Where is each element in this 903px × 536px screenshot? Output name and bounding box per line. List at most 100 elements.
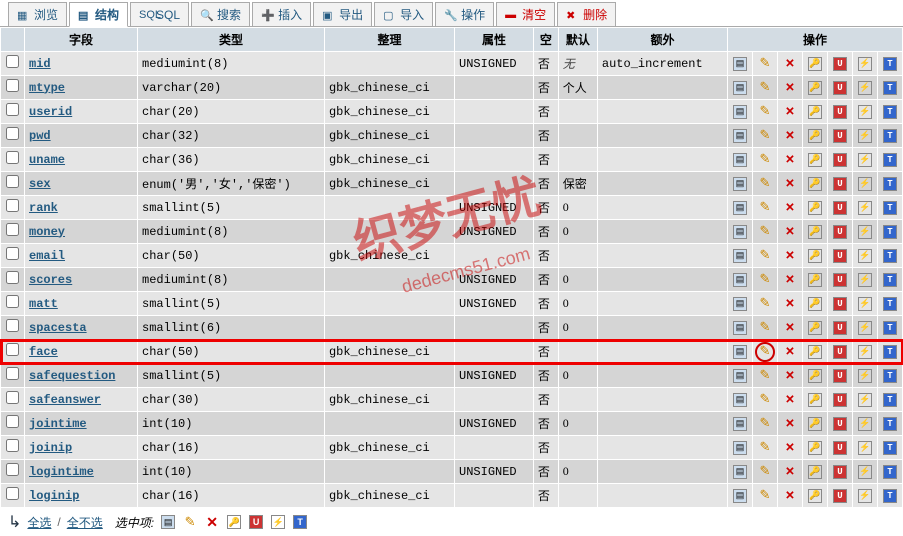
fulltext-icon[interactable]: T xyxy=(882,368,898,384)
unique-icon[interactable]: U xyxy=(832,104,848,120)
browse-icon[interactable]: ▤ xyxy=(732,104,748,120)
index-icon[interactable]: ⚡ xyxy=(857,224,873,240)
tab-搜索[interactable]: 🔍搜索 xyxy=(191,2,250,26)
fulltext-icon[interactable]: T xyxy=(882,392,898,408)
browse-icon[interactable]: ▤ xyxy=(732,272,748,288)
index-icon[interactable]: ⚡ xyxy=(857,344,873,360)
field-name-link[interactable]: mid xyxy=(29,57,51,71)
browse-icon[interactable]: ▤ xyxy=(732,440,748,456)
browse-icon[interactable]: ▤ xyxy=(732,248,748,264)
edit-icon[interactable]: ✎ xyxy=(757,152,773,168)
index-icon[interactable]: ⚡ xyxy=(857,416,873,432)
row-checkbox[interactable] xyxy=(6,151,19,164)
primary-key-icon[interactable]: 🔑 xyxy=(807,176,823,192)
field-name-link[interactable]: sex xyxy=(29,177,51,191)
edit-icon[interactable]: ✎ xyxy=(757,272,773,288)
edit-icon[interactable]: ✎ xyxy=(757,296,773,312)
row-checkbox[interactable] xyxy=(6,127,19,140)
field-name-link[interactable]: face xyxy=(29,345,58,359)
tab-插入[interactable]: ➕插入 xyxy=(252,2,311,26)
delete-icon[interactable]: ✕ xyxy=(782,344,798,360)
delete-icon[interactable]: ✕ xyxy=(782,128,798,144)
delete-icon[interactable]: ✕ xyxy=(782,176,798,192)
fulltext-icon[interactable]: T xyxy=(882,272,898,288)
unique-icon[interactable]: U xyxy=(832,464,848,480)
delete-icon[interactable]: ✕ xyxy=(782,392,798,408)
edit-icon[interactable]: ✎ xyxy=(757,320,773,336)
unique-icon[interactable]: U xyxy=(832,224,848,240)
tab-操作[interactable]: 🔧操作 xyxy=(435,2,494,26)
field-name-link[interactable]: logintime xyxy=(29,465,94,479)
unique-icon[interactable]: U xyxy=(832,320,848,336)
browse-icon[interactable]: ▤ xyxy=(732,464,748,480)
edit-icon[interactable]: ✎ xyxy=(757,488,773,504)
row-checkbox[interactable] xyxy=(6,295,19,308)
index-icon[interactable]: ⚡ xyxy=(857,200,873,216)
primary-key-icon[interactable]: 🔑 xyxy=(807,200,823,216)
unique-icon[interactable]: U xyxy=(832,200,848,216)
unique-icon[interactable]: U xyxy=(832,248,848,264)
delete-icon[interactable]: ✕ xyxy=(782,56,798,72)
field-name-link[interactable]: safequestion xyxy=(29,369,115,383)
unique-icon[interactable]: U xyxy=(832,80,848,96)
row-checkbox[interactable] xyxy=(6,175,19,188)
index-icon[interactable]: ⚡ xyxy=(857,176,873,192)
unique-icon[interactable]: U xyxy=(832,488,848,504)
index-icon[interactable]: ⚡ xyxy=(857,80,873,96)
primary-key-icon[interactable]: 🔑 xyxy=(807,128,823,144)
delete-icon[interactable]: ✕ xyxy=(782,464,798,480)
index-icon[interactable]: ⚡ xyxy=(857,272,873,288)
field-name-link[interactable]: rank xyxy=(29,201,58,215)
fulltext-icon[interactable]: T xyxy=(882,488,898,504)
bulk-browse-icon[interactable]: ▤ xyxy=(160,514,176,530)
primary-key-icon[interactable]: 🔑 xyxy=(807,320,823,336)
edit-icon[interactable]: ✎ xyxy=(757,128,773,144)
edit-icon[interactable]: ✎ xyxy=(757,248,773,264)
fulltext-icon[interactable]: T xyxy=(882,320,898,336)
row-checkbox[interactable] xyxy=(6,55,19,68)
unique-icon[interactable]: U xyxy=(832,272,848,288)
row-checkbox[interactable] xyxy=(6,343,19,356)
unique-icon[interactable]: U xyxy=(832,56,848,72)
row-checkbox[interactable] xyxy=(6,367,19,380)
browse-icon[interactable]: ▤ xyxy=(732,128,748,144)
index-icon[interactable]: ⚡ xyxy=(857,104,873,120)
row-checkbox[interactable] xyxy=(6,415,19,428)
edit-icon[interactable]: ✎ xyxy=(757,416,773,432)
unique-icon[interactable]: U xyxy=(832,296,848,312)
browse-icon[interactable]: ▤ xyxy=(732,344,748,360)
fulltext-icon[interactable]: T xyxy=(882,416,898,432)
fulltext-icon[interactable]: T xyxy=(882,200,898,216)
delete-icon[interactable]: ✕ xyxy=(782,488,798,504)
row-checkbox[interactable] xyxy=(6,463,19,476)
bulk-delete-icon[interactable]: ✕ xyxy=(204,514,220,530)
fulltext-icon[interactable]: T xyxy=(882,80,898,96)
bulk-index-icon[interactable]: ⚡ xyxy=(270,514,286,530)
fulltext-icon[interactable]: T xyxy=(882,104,898,120)
browse-icon[interactable]: ▤ xyxy=(732,224,748,240)
fulltext-icon[interactable]: T xyxy=(882,344,898,360)
edit-icon[interactable]: ✎ xyxy=(757,224,773,240)
bulk-primary-icon[interactable]: 🔑 xyxy=(226,514,242,530)
browse-icon[interactable]: ▤ xyxy=(732,296,748,312)
unique-icon[interactable]: U xyxy=(832,368,848,384)
unique-icon[interactable]: U xyxy=(832,440,848,456)
fulltext-icon[interactable]: T xyxy=(882,176,898,192)
fulltext-icon[interactable]: T xyxy=(882,248,898,264)
fulltext-icon[interactable]: T xyxy=(882,152,898,168)
row-checkbox[interactable] xyxy=(6,199,19,212)
primary-key-icon[interactable]: 🔑 xyxy=(807,224,823,240)
index-icon[interactable]: ⚡ xyxy=(857,368,873,384)
browse-icon[interactable]: ▤ xyxy=(732,320,748,336)
delete-icon[interactable]: ✕ xyxy=(782,440,798,456)
row-checkbox[interactable] xyxy=(6,103,19,116)
primary-key-icon[interactable]: 🔑 xyxy=(807,344,823,360)
delete-icon[interactable]: ✕ xyxy=(782,224,798,240)
edit-icon[interactable]: ✎ xyxy=(757,176,773,192)
browse-icon[interactable]: ▤ xyxy=(732,80,748,96)
edit-icon[interactable]: ✎ xyxy=(757,56,773,72)
delete-icon[interactable]: ✕ xyxy=(782,80,798,96)
row-checkbox[interactable] xyxy=(6,79,19,92)
delete-icon[interactable]: ✕ xyxy=(782,248,798,264)
row-checkbox[interactable] xyxy=(6,439,19,452)
